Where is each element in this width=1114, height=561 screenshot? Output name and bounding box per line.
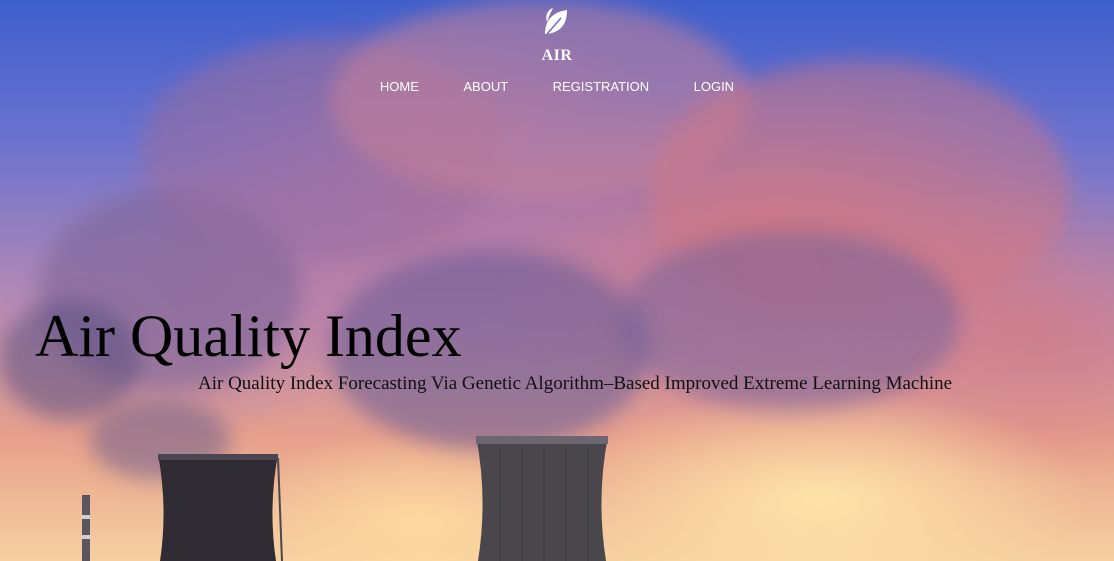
nav-login[interactable]: LOGIN — [694, 79, 734, 94]
cooling-tower-right — [476, 436, 608, 561]
chimney-stack — [82, 495, 90, 561]
brand-name: AIR — [541, 47, 573, 64]
nav-home[interactable]: HOME — [380, 79, 419, 94]
main-nav: HOME ABOUT REGISTRATION LOGIN — [0, 78, 1114, 96]
nav-registration[interactable]: REGISTRATION — [553, 79, 650, 94]
brand-logo[interactable]: AIR — [0, 4, 1114, 65]
nav-about[interactable]: ABOUT — [463, 79, 508, 94]
cooling-tower-left — [158, 454, 283, 561]
leaf-icon — [539, 4, 575, 40]
hero-subtitle: Air Quality Index Forecasting Via Geneti… — [198, 373, 953, 394]
hero-title: Air Quality Index — [35, 303, 462, 369]
